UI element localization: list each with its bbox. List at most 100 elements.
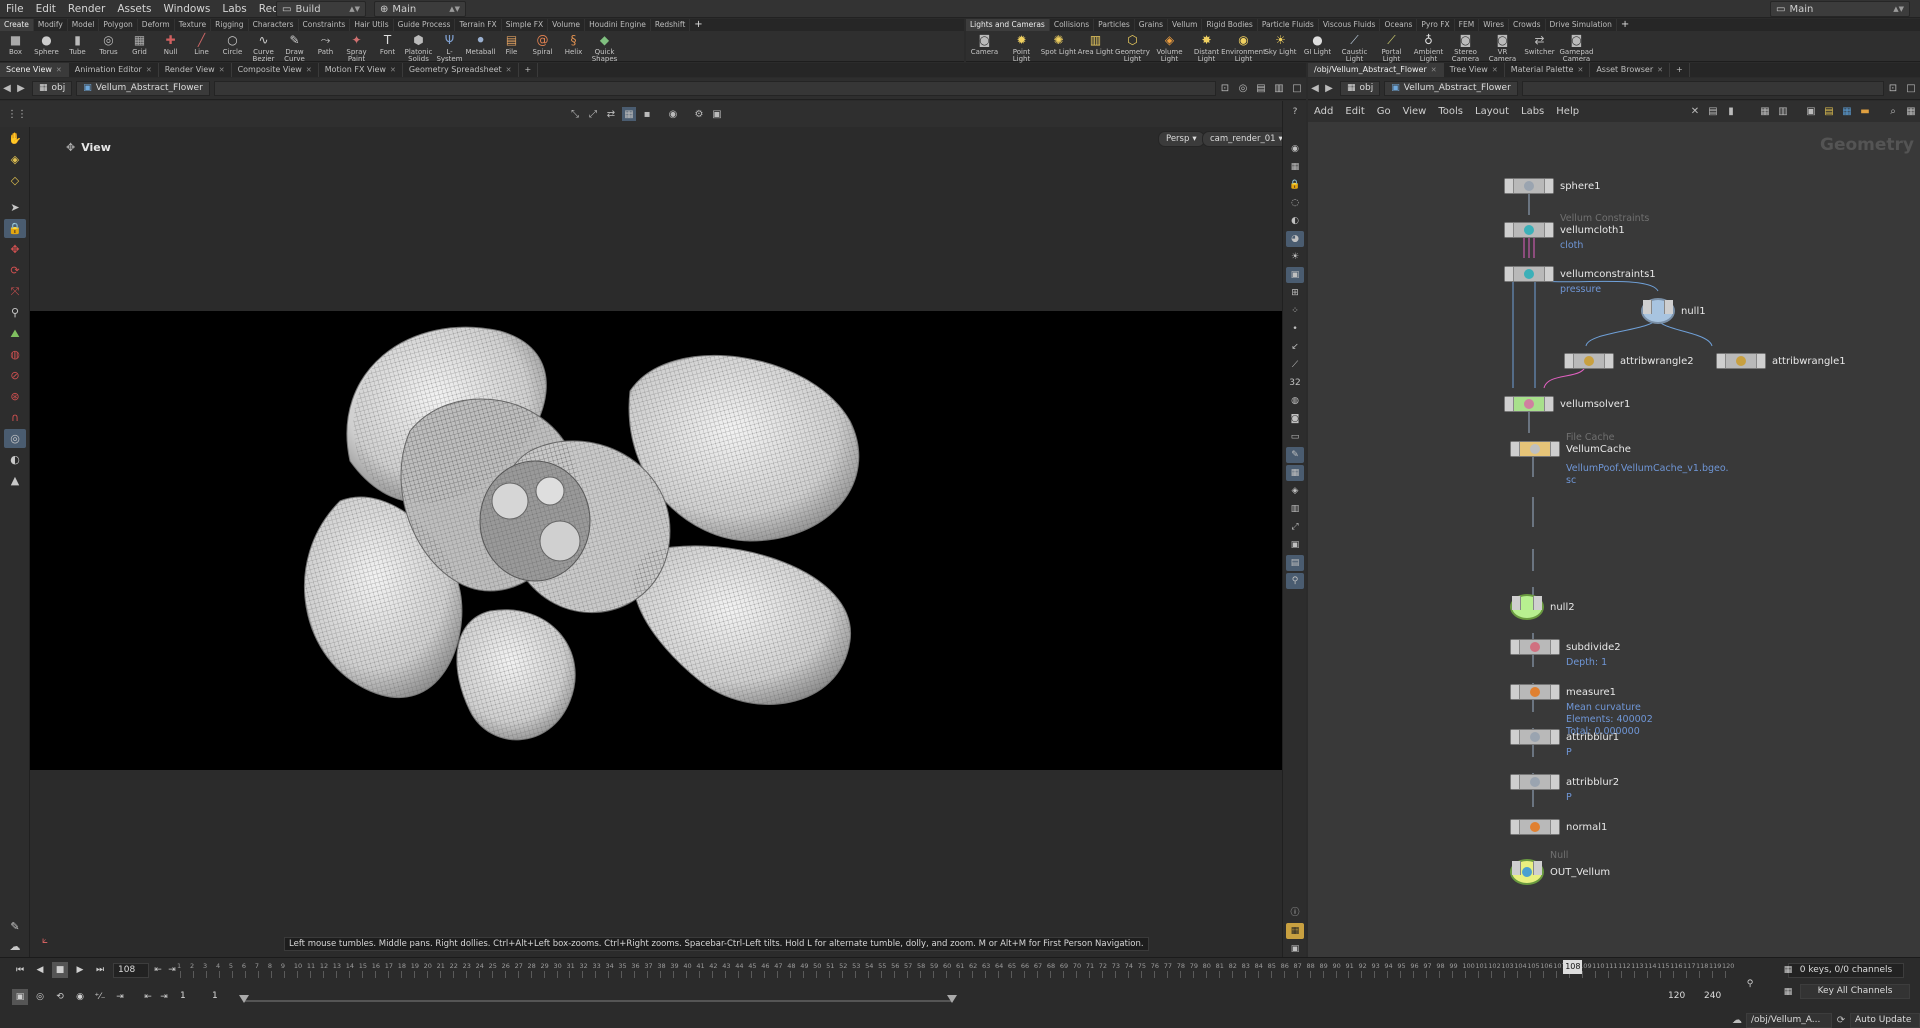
tool-null[interactable]: ✚ Null — [155, 33, 186, 56]
view-tool-icon[interactable]: 🔒 — [4, 219, 26, 238]
forward-arrow-icon[interactable]: ▶ — [14, 83, 28, 94]
shelf-tab-redshift[interactable]: Redshift — [651, 19, 691, 31]
node-name[interactable]: OUT_Vellum — [1550, 867, 1610, 878]
tool-tube[interactable]: ▮ Tube — [62, 33, 93, 56]
lock-icon[interactable]: 🔒 — [1286, 177, 1304, 193]
close-icon[interactable]: ✕ — [146, 63, 152, 77]
shelf-tab-pyro-fx[interactable]: Pyro FX — [1417, 19, 1455, 31]
chat-icon[interactable]: ☁ — [1730, 1013, 1744, 1027]
close-icon[interactable]: ✕ — [1431, 63, 1437, 77]
shelf-tab-crowds[interactable]: Crowds — [1509, 19, 1546, 31]
tool-switcher[interactable]: ⇄ Switcher — [1521, 33, 1558, 56]
shelf-tab-simple-fx[interactable]: Simple FX — [502, 19, 549, 31]
link-display-icon[interactable]: ⤢ — [1286, 519, 1304, 535]
path-node[interactable]: ▣ Vellum_Abstract_Flower — [76, 81, 210, 96]
range-icon[interactable]: ⇥ — [112, 989, 128, 1005]
menu-edit[interactable]: Edit — [30, 0, 62, 18]
node-body[interactable] — [1510, 441, 1560, 457]
tool-camera[interactable]: ◙ Camera — [966, 33, 1003, 56]
image-icon[interactable]: ▣ — [1286, 537, 1304, 553]
tool-volume-light[interactable]: ◈ Volume Light — [1151, 33, 1188, 63]
close-icon[interactable]: ✕ — [506, 63, 512, 77]
node-body[interactable] — [1510, 639, 1560, 655]
node-body[interactable] — [1510, 819, 1560, 835]
tool-geometry-light[interactable]: ⬡ Geometry Light — [1114, 33, 1151, 63]
shelf-tab-rigging[interactable]: Rigging — [211, 19, 249, 31]
maximize-icon[interactable]: □ — [1904, 82, 1918, 96]
shelf-tab-lights-and-cameras[interactable]: Lights and Cameras — [966, 19, 1050, 31]
close-icon[interactable]: ✕ — [306, 63, 312, 77]
tool-torus[interactable]: ◎ Torus — [93, 33, 124, 56]
snap-active-icon[interactable]: ▦ — [622, 107, 636, 121]
grid-layout-icon[interactable]: ▦ — [1286, 923, 1304, 939]
node-vellumsolver1[interactable]: vellumsolver1 — [1504, 396, 1630, 412]
pane-tab-scene-view[interactable]: Scene View ✕ — [0, 63, 69, 77]
node-name[interactable]: subdivide2 — [1566, 642, 1621, 653]
tool-sphere[interactable]: ● Sphere — [31, 33, 62, 56]
shelf-tab-create[interactable]: Create — [0, 19, 34, 31]
point-icon[interactable]: • — [1286, 321, 1304, 337]
camera-icon[interactable]: ▲ — [4, 471, 26, 490]
path-field[interactable] — [1521, 81, 1884, 96]
tool-spot-light[interactable]: ✺ Spot Light — [1040, 33, 1077, 56]
dots-grid-icon[interactable]: ⋮⋮ — [7, 107, 27, 121]
menu-render[interactable]: Render — [62, 0, 111, 18]
node-subdivide2[interactable]: subdivide2 Depth: 1 — [1510, 639, 1621, 668]
close-icon[interactable]: ✕ — [1577, 63, 1583, 77]
link-icon[interactable]: ◎ — [1236, 82, 1250, 96]
tool-gi-light[interactable]: ● GI Light — [1299, 33, 1336, 56]
shelf-tab-constraints[interactable]: Constraints — [299, 19, 351, 31]
select-mode-icon[interactable]: ✋ — [4, 129, 26, 148]
tool-circle[interactable]: ○ Circle — [217, 33, 248, 56]
loop-icon[interactable]: ⟲ — [52, 989, 68, 1005]
tool-box[interactable]: ■ Box — [0, 33, 31, 56]
render-icon[interactable]: ◐ — [4, 450, 26, 469]
scale-icon[interactable]: ⤧ — [4, 282, 26, 301]
shelf-tab-model[interactable]: Model — [68, 19, 100, 31]
maximize-icon[interactable]: □ — [1290, 82, 1304, 96]
node-null2[interactable]: null2 — [1510, 594, 1575, 620]
node-name[interactable]: vellumconstraints1 — [1560, 269, 1656, 280]
shelf-tab-particle-fluids[interactable]: Particle Fluids — [1258, 19, 1319, 31]
record-icon[interactable]: ◉ — [666, 107, 680, 121]
stop-icon[interactable]: ■ — [52, 962, 68, 978]
tool-ambient-light[interactable]: ♁ Ambient Light — [1410, 33, 1447, 63]
pane-tab-asset-browser[interactable]: Asset Browser ✕ — [1590, 63, 1671, 77]
node-name[interactable]: null2 — [1550, 602, 1575, 613]
forward-arrow-icon[interactable]: ▶ — [1322, 83, 1336, 94]
overlay-icon[interactable]: ▤ — [1286, 555, 1304, 571]
node-attribblur1[interactable]: attribblur1 P — [1510, 729, 1619, 758]
shelf-tab-characters[interactable]: Characters — [249, 19, 299, 31]
object-mode-icon[interactable]: ◈ — [4, 150, 26, 169]
range-forward-icon[interactable]: ⇥ — [156, 989, 172, 1005]
tool-l-system[interactable]: Ψ L-System — [434, 33, 465, 63]
pane-tab-tree-view[interactable]: Tree View ✕ — [1444, 63, 1505, 77]
node-vellumcache[interactable]: VellumCache File Cache VellumPoof.VellumCa… — [1510, 432, 1729, 486]
display-icon[interactable]: ▪ — [640, 107, 654, 121]
note-icon[interactable]: ✎ — [4, 917, 26, 936]
tumble-icon[interactable]: ◎ — [4, 429, 26, 448]
pin-display-icon[interactable]: ⚲ — [1286, 573, 1304, 589]
shelf-tab-hair-utils[interactable]: Hair Utils — [350, 19, 394, 31]
info-icon[interactable]: ⓘ — [1286, 903, 1304, 919]
fps-icon[interactable]: ⁺⁄₋ — [92, 989, 108, 1005]
visibility-icon[interactable]: ◉ — [1286, 141, 1304, 157]
last-frame-icon[interactable]: ⏭ — [92, 962, 108, 978]
shelf-tab-drive-simulation[interactable]: Drive Simulation — [1546, 19, 1617, 31]
shelf-tab-wires[interactable]: Wires — [1479, 19, 1509, 31]
node-body[interactable] — [1510, 774, 1560, 790]
shelf-tab-terrain-fx[interactable]: Terrain FX — [455, 19, 502, 31]
range-slider[interactable] — [239, 995, 957, 1003]
pin-icon[interactable]: ⊡ — [1886, 82, 1900, 96]
pane-tab-motion-fx-view[interactable]: Motion FX View ✕ — [319, 63, 403, 77]
normals-icon[interactable]: ↙ — [1286, 339, 1304, 355]
persp-menu[interactable]: Persp ▾ — [1158, 131, 1205, 147]
range-end-handle[interactable] — [947, 995, 957, 1003]
node-normal1[interactable]: normal1 — [1510, 819, 1607, 835]
node-name[interactable]: VellumCache — [1566, 444, 1631, 455]
tool-quick-shapes[interactable]: ◆ Quick Shapes — [589, 33, 620, 63]
add-pane-tab-icon[interactable]: + — [519, 63, 539, 77]
node-name[interactable]: attribwrangle2 — [1620, 356, 1694, 367]
status-path[interactable]: /obj/Vellum_A... — [1746, 1013, 1832, 1028]
tool-stereo-camera[interactable]: ◙ Stereo Camera — [1447, 33, 1484, 63]
